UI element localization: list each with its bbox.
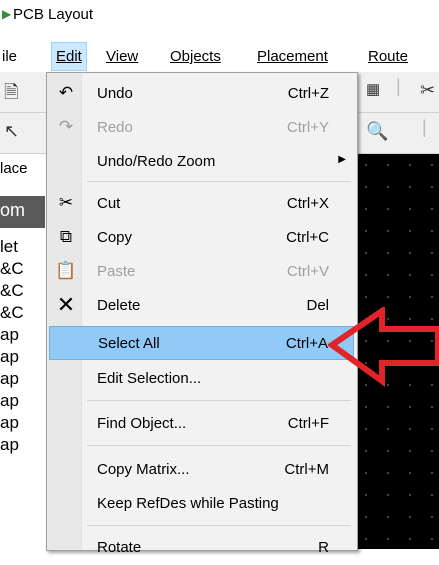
grid-view-icon[interactable]: ▦	[366, 80, 380, 98]
menu-item-cut[interactable]: ✂ Cut Ctrl+X	[49, 187, 354, 221]
menu-view[interactable]: View	[106, 48, 138, 65]
menu-item-keep-refdes[interactable]: Keep RefDes while Pasting	[49, 487, 354, 521]
menu-item-delete[interactable]: ✕ Delete Del	[49, 289, 354, 323]
list-item[interactable]: ap	[0, 435, 19, 455]
list-item[interactable]: ap	[0, 347, 19, 367]
menu-item-undo-redo-zoom[interactable]: Undo/Redo Zoom ▶	[49, 145, 354, 179]
app-caret-icon: ▶	[2, 7, 12, 21]
paste-icon: 📋	[55, 261, 77, 280]
window-title: PCB Layout	[13, 6, 94, 23]
edit-menu-dropdown: ↶ Undo Ctrl+Z ↷ Redo Ctrl+Y Undo/Redo Zo…	[46, 72, 358, 556]
list-item[interactable]: let	[0, 237, 18, 257]
menu-separator	[87, 400, 351, 401]
panel-header: om	[0, 196, 45, 228]
left-panel: lace om let &C &C &C ap ap ap ap ap ap	[0, 154, 45, 549]
menu-separator	[87, 181, 351, 182]
list-item[interactable]: &C	[0, 303, 24, 323]
scissors-icon: ✂	[58, 193, 74, 212]
find-binoculars-icon[interactable]: 🔍	[366, 121, 388, 142]
menu-item-copy[interactable]: ⧉ Copy Ctrl+C	[49, 221, 354, 255]
menu-objects[interactable]: Objects	[170, 48, 221, 65]
menu-item-redo: ↷ Redo Ctrl+Y	[49, 111, 354, 145]
cut-toolbar-icon[interactable]: ✂	[420, 80, 435, 101]
menu-separator	[87, 445, 351, 446]
menu-bar: ile Edit View Objects Placement Route	[0, 42, 439, 72]
redo-icon: ↷	[58, 117, 74, 136]
menu-edit[interactable]: Edit	[51, 42, 87, 71]
list-item[interactable]: &C	[0, 259, 24, 279]
pointer-icon[interactable]: ↖	[4, 121, 19, 142]
menu-item-paste: 📋 Paste Ctrl+V	[55, 261, 329, 280]
red-arrow-annotation	[328, 307, 439, 387]
list-item[interactable]: &C	[0, 281, 24, 301]
copy-icon: ⧉	[59, 227, 73, 246]
list-item[interactable]: ap	[0, 369, 19, 389]
menu-item-copy-matrix[interactable]: Copy Matrix... Ctrl+M	[49, 453, 354, 487]
title-bar: ▶ PCB Layout	[0, 0, 439, 30]
list-item[interactable]: ap	[0, 391, 19, 411]
menu-file[interactable]: ile	[2, 48, 17, 65]
menu-item-edit-selection[interactable]: Edit Selection...	[49, 362, 354, 396]
menu-separator	[87, 525, 351, 526]
menu-route[interactable]: Route	[368, 48, 408, 65]
submenu-arrow-icon: ▶	[338, 154, 346, 165]
menu-placement[interactable]: Placement	[257, 48, 328, 65]
menu-item-undo[interactable]: ↶ Undo Ctrl+Z	[49, 77, 354, 111]
toolbar-separator-2: |	[422, 117, 427, 137]
menu-item-find-object[interactable]: Find Object... Ctrl+F	[49, 407, 354, 441]
new-document-icon[interactable]: 🗎	[4, 80, 18, 110]
menu-item-select-all[interactable]: Select All Ctrl+A	[49, 326, 354, 360]
toolbar-separator: |	[396, 76, 401, 96]
delete-x-icon: ✕	[56, 292, 76, 317]
menu-item-rotate[interactable]: Rotate R	[49, 531, 354, 565]
list-item[interactable]: ap	[0, 413, 19, 433]
undo-icon: ↶	[58, 83, 74, 102]
list-item[interactable]: ap	[0, 325, 19, 345]
panel-tab-place[interactable]: lace	[0, 160, 28, 177]
